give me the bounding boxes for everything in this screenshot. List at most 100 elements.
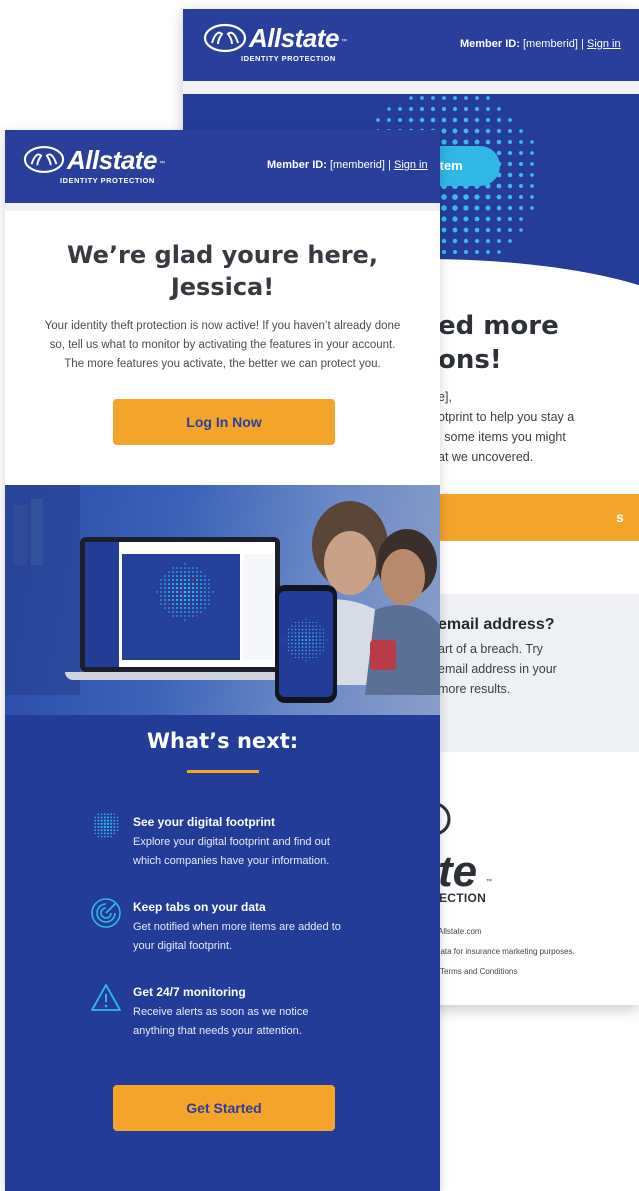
globe-dot xyxy=(107,835,109,838)
member-id-bar: Member ID: [memberid] | Sign in xyxy=(460,38,621,50)
globe-dot xyxy=(172,571,174,573)
globe-dot xyxy=(507,139,513,145)
globe-dot xyxy=(431,96,435,100)
globe-dot xyxy=(315,635,318,638)
globe-dot xyxy=(497,239,501,243)
globe-dot xyxy=(474,139,480,145)
globe-dot xyxy=(100,819,103,822)
sign-in-link[interactable]: Sign in xyxy=(587,38,621,50)
globe-dot xyxy=(530,162,534,166)
globe-dot xyxy=(496,227,502,233)
globe-dot xyxy=(196,567,198,569)
globe-dot xyxy=(204,587,206,589)
globe-dot xyxy=(180,567,182,569)
globe-dot xyxy=(315,642,318,645)
globe-dot xyxy=(200,611,202,613)
globe-dot xyxy=(180,571,182,573)
globe-dot xyxy=(175,594,179,598)
welcome-title-name: Jessica! xyxy=(170,273,275,301)
globe-dot xyxy=(188,567,190,569)
globe-dot xyxy=(305,660,307,662)
globe-dot xyxy=(100,822,103,825)
log-in-button[interactable]: Log In Now xyxy=(113,399,335,445)
globe-dot xyxy=(287,646,290,648)
logo-subtitle: IDENTITY PROTECTION xyxy=(60,176,155,185)
globe-dot xyxy=(315,646,318,648)
sign-in-link[interactable]: Sign in xyxy=(394,159,428,171)
globe-dot xyxy=(485,227,491,233)
globe-dot xyxy=(195,590,199,594)
globe-dot xyxy=(312,646,314,648)
heading-line: ed more xyxy=(438,311,559,341)
get-started-button[interactable]: Get Started xyxy=(113,1085,335,1131)
globe-dot xyxy=(463,117,469,123)
footer-terms-link[interactable]: Terms and Conditions xyxy=(440,967,517,976)
globe-dot xyxy=(508,239,512,243)
globe-dot xyxy=(308,642,311,645)
intro-line: Your identity theft protection is now ac… xyxy=(44,320,401,332)
globe-dot xyxy=(200,579,202,581)
globe-dot xyxy=(298,628,300,631)
globe-dot xyxy=(164,575,166,577)
globe-dot xyxy=(171,594,175,598)
globe-dot xyxy=(387,107,391,111)
globe-dot xyxy=(184,575,186,577)
globe-dot xyxy=(116,819,119,822)
globe-dot xyxy=(183,598,187,602)
globe-dot xyxy=(113,816,116,819)
globe-dot xyxy=(172,575,174,577)
globe-dot xyxy=(192,571,194,573)
globe-dot xyxy=(291,653,293,655)
globe-dot xyxy=(298,625,300,627)
separator: | xyxy=(581,38,584,50)
feature-description: Explore your digital footprint and find … xyxy=(133,833,373,870)
globe-dot xyxy=(97,829,100,832)
globe-dot xyxy=(301,625,304,627)
globe-dot xyxy=(298,646,300,648)
globe-dot xyxy=(376,118,380,122)
globe-dot xyxy=(508,129,512,133)
globe-dot xyxy=(183,578,187,582)
globe-dot xyxy=(508,118,512,122)
globe-dot xyxy=(305,656,307,659)
globe-dot xyxy=(100,829,103,832)
feature-title: Keep tabs on your data xyxy=(133,900,266,914)
globe-dot xyxy=(164,599,166,601)
globe-dot xyxy=(183,582,187,586)
globe-dot xyxy=(97,816,100,819)
footer-link-allstate[interactable]: I Allstate.com xyxy=(434,927,482,936)
globe-dot xyxy=(519,151,523,155)
globe-dot xyxy=(168,611,170,613)
globe-dot xyxy=(103,835,106,838)
globe-dot xyxy=(200,595,202,597)
globe-dot xyxy=(183,594,187,598)
feature-line: which companies have your information. xyxy=(133,854,330,867)
globe-dot xyxy=(441,117,447,123)
globe-dot xyxy=(441,227,447,233)
globe-dot xyxy=(107,832,109,835)
globe-dot xyxy=(319,653,321,655)
globe-dot xyxy=(287,628,290,631)
globe-dot xyxy=(485,205,491,211)
globe-dot xyxy=(294,649,297,652)
globe-dot xyxy=(486,96,490,100)
globe-dot xyxy=(507,205,513,211)
globe-dot xyxy=(188,571,190,573)
back-cta-button[interactable]: s xyxy=(438,494,639,541)
globe-dot xyxy=(475,250,479,254)
globe-dot xyxy=(164,583,166,585)
globe-dot xyxy=(298,653,300,655)
globe-dot xyxy=(116,829,119,831)
intro-line: The more features you activate, the bett… xyxy=(64,358,381,370)
globe-dot xyxy=(507,161,513,167)
globe-dot xyxy=(284,639,286,641)
globe-dot xyxy=(508,228,512,232)
globe-dot xyxy=(308,649,311,652)
globe-dot xyxy=(312,653,314,655)
globe-dot xyxy=(184,563,186,565)
globe-dot xyxy=(176,571,178,573)
globe-dot xyxy=(200,587,202,589)
globe-dot xyxy=(208,595,210,597)
globe-dot xyxy=(298,639,300,641)
globe-dot xyxy=(192,567,194,569)
